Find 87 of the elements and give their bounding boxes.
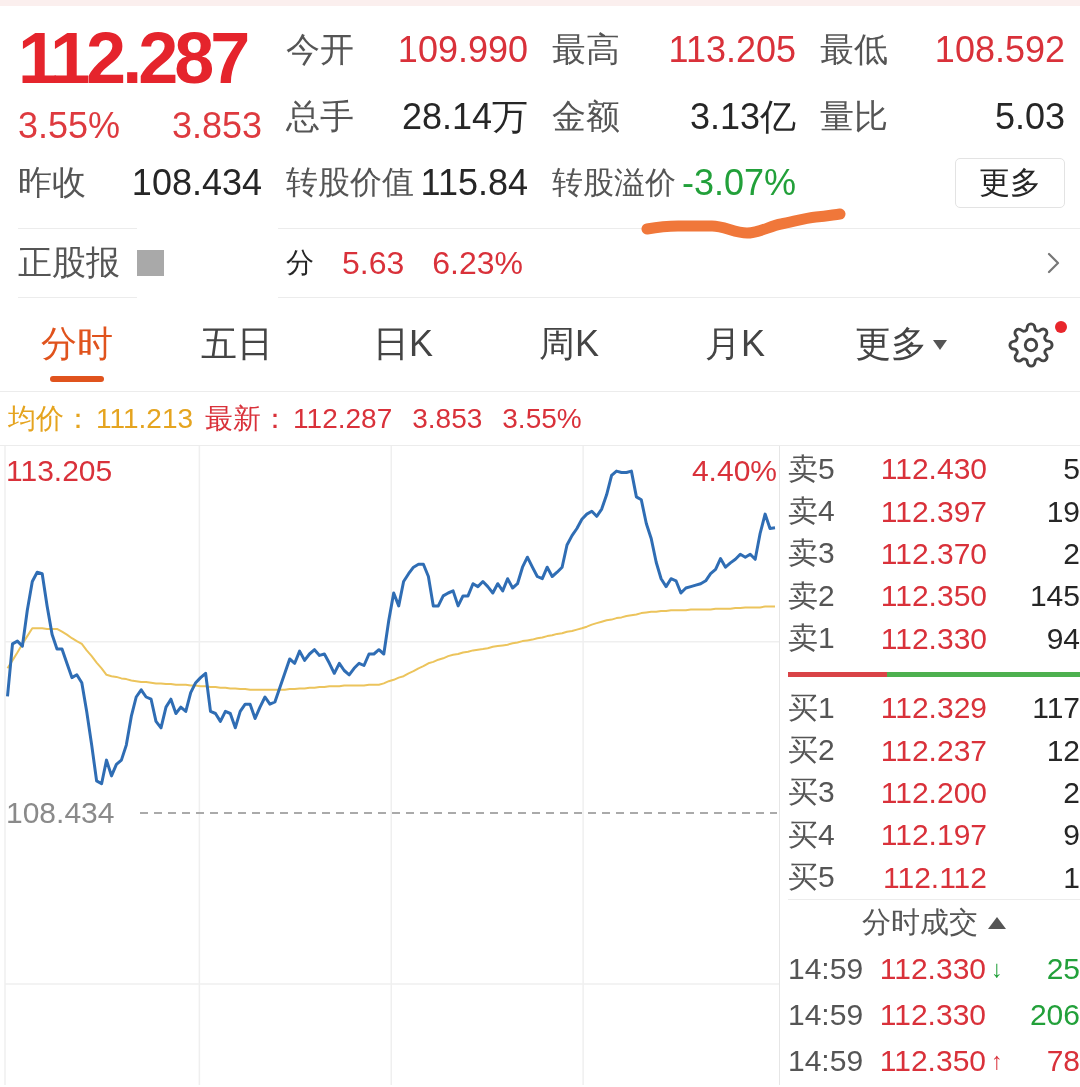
order-price: 112.430 — [879, 452, 987, 487]
tab[interactable]: 月K — [652, 298, 818, 391]
legend-value: 111.213 — [96, 402, 194, 435]
stat-label: 转股价值 — [286, 163, 414, 202]
legend-value: 3.853 — [412, 402, 483, 435]
order-volume: 5 — [1062, 452, 1080, 487]
order-label: 买1 — [788, 689, 836, 726]
axis-label: 113.205 — [6, 453, 113, 488]
stock-label-fragment: 分 — [286, 246, 314, 280]
order-label: 卖1 — [788, 620, 836, 657]
stat-label: 金额 — [552, 96, 620, 137]
stat-value: 3.13亿 — [689, 94, 796, 139]
trade-time: 14:59 — [788, 997, 865, 1032]
legend-label: 最新： — [205, 401, 290, 436]
stat-value: 113.205 — [668, 29, 796, 71]
stat-label: 转股溢价 — [552, 164, 676, 202]
chevron-right-icon[interactable] — [1047, 252, 1060, 274]
trade-price: 112.350 — [878, 1043, 986, 1078]
settings-icon — [1008, 321, 1054, 368]
arrow-icon: ↑ — [991, 1048, 1003, 1073]
stock-quote-label: 正股报 — [18, 242, 120, 283]
order-label: 卖3 — [788, 535, 836, 572]
trade-time: 14:59 — [788, 951, 865, 986]
order-volume: 9 — [1062, 818, 1080, 853]
dropdown-tab[interactable]: 更多 — [818, 298, 984, 391]
change-percent: 3.55% — [18, 105, 121, 147]
stat-value: 5.03 — [994, 96, 1065, 138]
order-volume: 1 — [1062, 860, 1080, 895]
order-label: 卖2 — [788, 577, 836, 614]
trades-toggle[interactable]: 分时成交 — [862, 902, 1006, 943]
order-volume: 2 — [1062, 536, 1080, 571]
order-price: 112.237 — [879, 733, 987, 768]
trade-price: 112.330 — [878, 951, 986, 986]
arrow-icon: ↓ — [991, 956, 1003, 981]
legend-label: 均价： — [8, 401, 92, 436]
caret-up-icon — [988, 916, 1006, 929]
order-label: 买2 — [788, 732, 836, 769]
trade-price: 112.330 — [878, 997, 986, 1032]
stat-value: 115.84 — [420, 162, 528, 204]
order-price: 112.350 — [879, 579, 987, 614]
tab[interactable]: 五日 — [154, 298, 320, 391]
tab[interactable]: 周K — [486, 298, 652, 391]
axis-label: 108.434 — [6, 795, 115, 830]
stock-change-percent: 6.23% — [432, 244, 523, 282]
legend-value: 112.287 — [293, 402, 393, 435]
order-price: 112.330 — [879, 621, 987, 656]
order-label: 买5 — [788, 859, 836, 896]
order-price: 112.112 — [882, 860, 987, 895]
stat-value: 109.990 — [397, 29, 528, 71]
trade-time: 14:59 — [788, 1043, 865, 1078]
stat-value: 108.434 — [131, 162, 262, 204]
tab[interactable]: 日K — [320, 298, 486, 391]
caret-down-icon — [933, 339, 947, 350]
order-label: 卖5 — [788, 450, 836, 487]
last-price: 112.287 — [18, 22, 248, 94]
axis-label: 4.40% — [691, 453, 777, 488]
stat-label: 最低 — [820, 29, 888, 70]
order-volume: 94 — [1045, 621, 1080, 656]
order-label: 卖4 — [788, 493, 836, 530]
order-volume: 19 — [1045, 494, 1080, 529]
order-price: 112.197 — [879, 818, 987, 853]
order-price: 112.370 — [879, 536, 987, 571]
tab[interactable]: 分时 — [0, 298, 154, 391]
more-button[interactable]: 更多 — [955, 158, 1065, 208]
trade-volume: 78 — [1045, 1043, 1080, 1078]
stat-label: 今开 — [286, 29, 354, 70]
stat-label: 量比 — [820, 96, 888, 137]
order-volume: 12 — [1045, 733, 1080, 768]
stat-value: -3.07% — [681, 162, 796, 204]
order-volume: 2 — [1062, 775, 1080, 810]
order-price: 112.329 — [879, 691, 987, 726]
stat-label: 总手 — [286, 96, 354, 137]
stat-value: 108.592 — [934, 29, 1065, 71]
order-label: 买3 — [788, 774, 836, 811]
trade-volume: 25 — [1045, 951, 1080, 986]
order-price: 112.397 — [879, 494, 987, 529]
stat-label: 最高 — [552, 29, 620, 70]
order-label: 买4 — [788, 816, 836, 853]
order-volume: 145 — [1028, 579, 1080, 614]
stat-label: 昨收 — [18, 162, 86, 203]
order-price: 112.200 — [879, 775, 987, 810]
stock-price: 5.63 — [342, 244, 405, 282]
stat-value: 28.14万 — [401, 94, 528, 139]
legend-value: 3.55% — [502, 402, 582, 435]
change-amount: 3.853 — [171, 105, 262, 147]
trade-volume: 206 — [1028, 997, 1080, 1032]
order-volume: 117 — [1031, 691, 1080, 726]
